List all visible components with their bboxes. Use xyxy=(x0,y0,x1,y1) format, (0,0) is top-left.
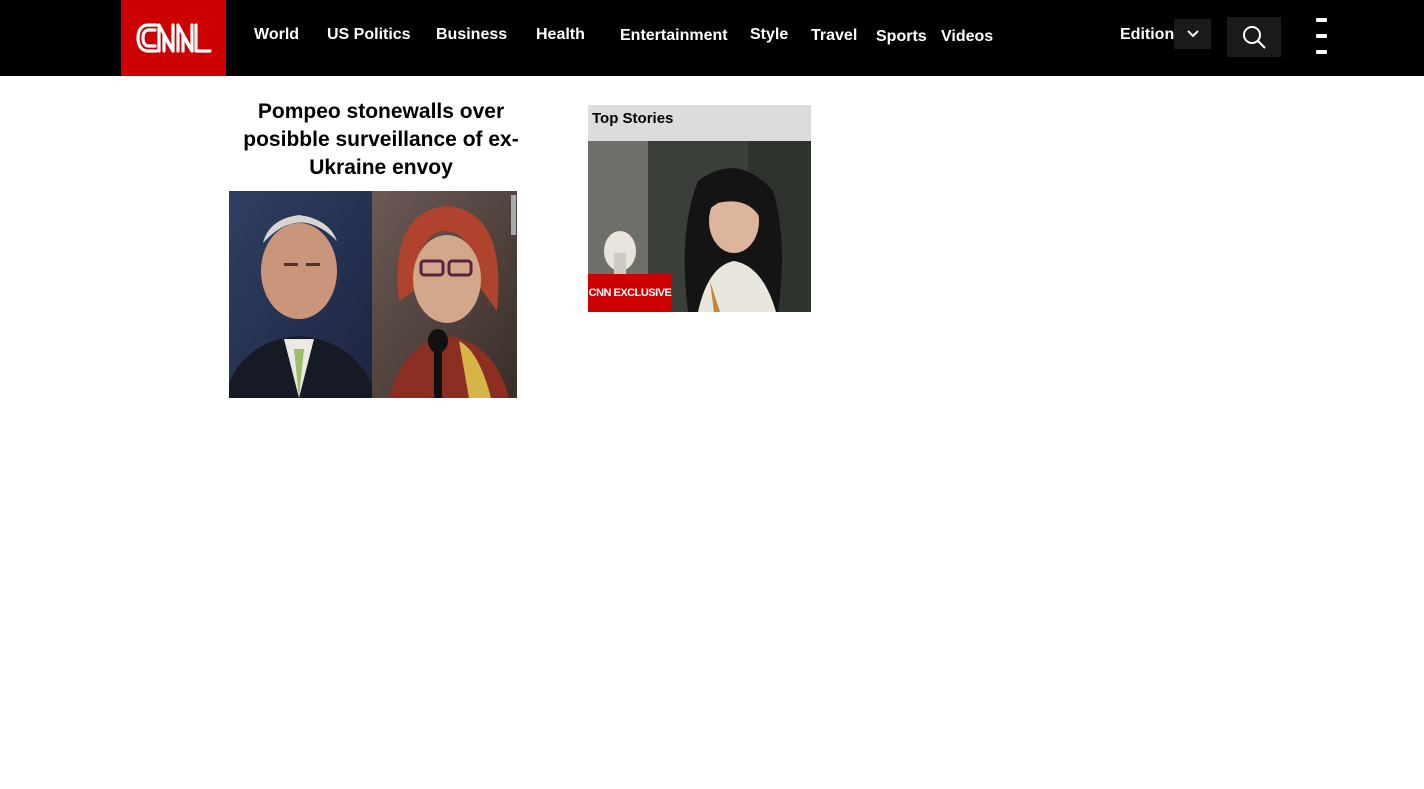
top-story-thumbnail[interactable]: CNN EXCLUSIVE xyxy=(588,141,811,312)
nav-item-health[interactable]: Health xyxy=(536,26,585,44)
cnn-logo-icon xyxy=(135,23,212,53)
nav-item-sports[interactable]: Sports xyxy=(876,28,927,46)
chevron-down-icon xyxy=(1186,30,1199,38)
nav-item-style[interactable]: Style xyxy=(750,26,788,44)
nav-item-entertainment[interactable]: Entertainment xyxy=(620,27,728,45)
top-stories-title: Top Stories xyxy=(592,110,674,127)
top-stories-header: Top Stories xyxy=(588,105,811,141)
search-icon xyxy=(1243,26,1266,49)
nav-item-business[interactable]: Business xyxy=(436,26,507,44)
nav-item-us-politics[interactable]: US Politics xyxy=(327,26,411,44)
menu-bar-top xyxy=(1316,18,1327,22)
cnn-logo[interactable] xyxy=(121,0,226,76)
pompeo-yovanovitch-photo xyxy=(229,191,517,398)
nav-item-world[interactable]: World xyxy=(254,26,299,44)
nav-item-travel[interactable]: Travel xyxy=(811,27,857,45)
top-navigation-bar: World US Politics Business Health Entert… xyxy=(0,0,1424,76)
search-button[interactable] xyxy=(1227,17,1281,57)
nav-item-videos[interactable]: Videos xyxy=(941,28,993,46)
cnn-exclusive-badge: CNN EXCLUSIVE xyxy=(588,274,672,312)
edition-label[interactable]: Edition xyxy=(1120,26,1174,44)
main-story-headline[interactable]: Pompeo stonewalls over posibble surveill… xyxy=(230,98,532,182)
menu-bar-bottom xyxy=(1316,50,1327,54)
main-story-image[interactable] xyxy=(229,191,517,398)
hamburger-menu-button[interactable] xyxy=(1312,14,1332,58)
edition-dropdown-button[interactable] xyxy=(1174,19,1211,49)
top-stories-panel: Top Stories CNN EXCLUSIVE xyxy=(588,105,811,312)
menu-bar-middle xyxy=(1316,34,1327,38)
